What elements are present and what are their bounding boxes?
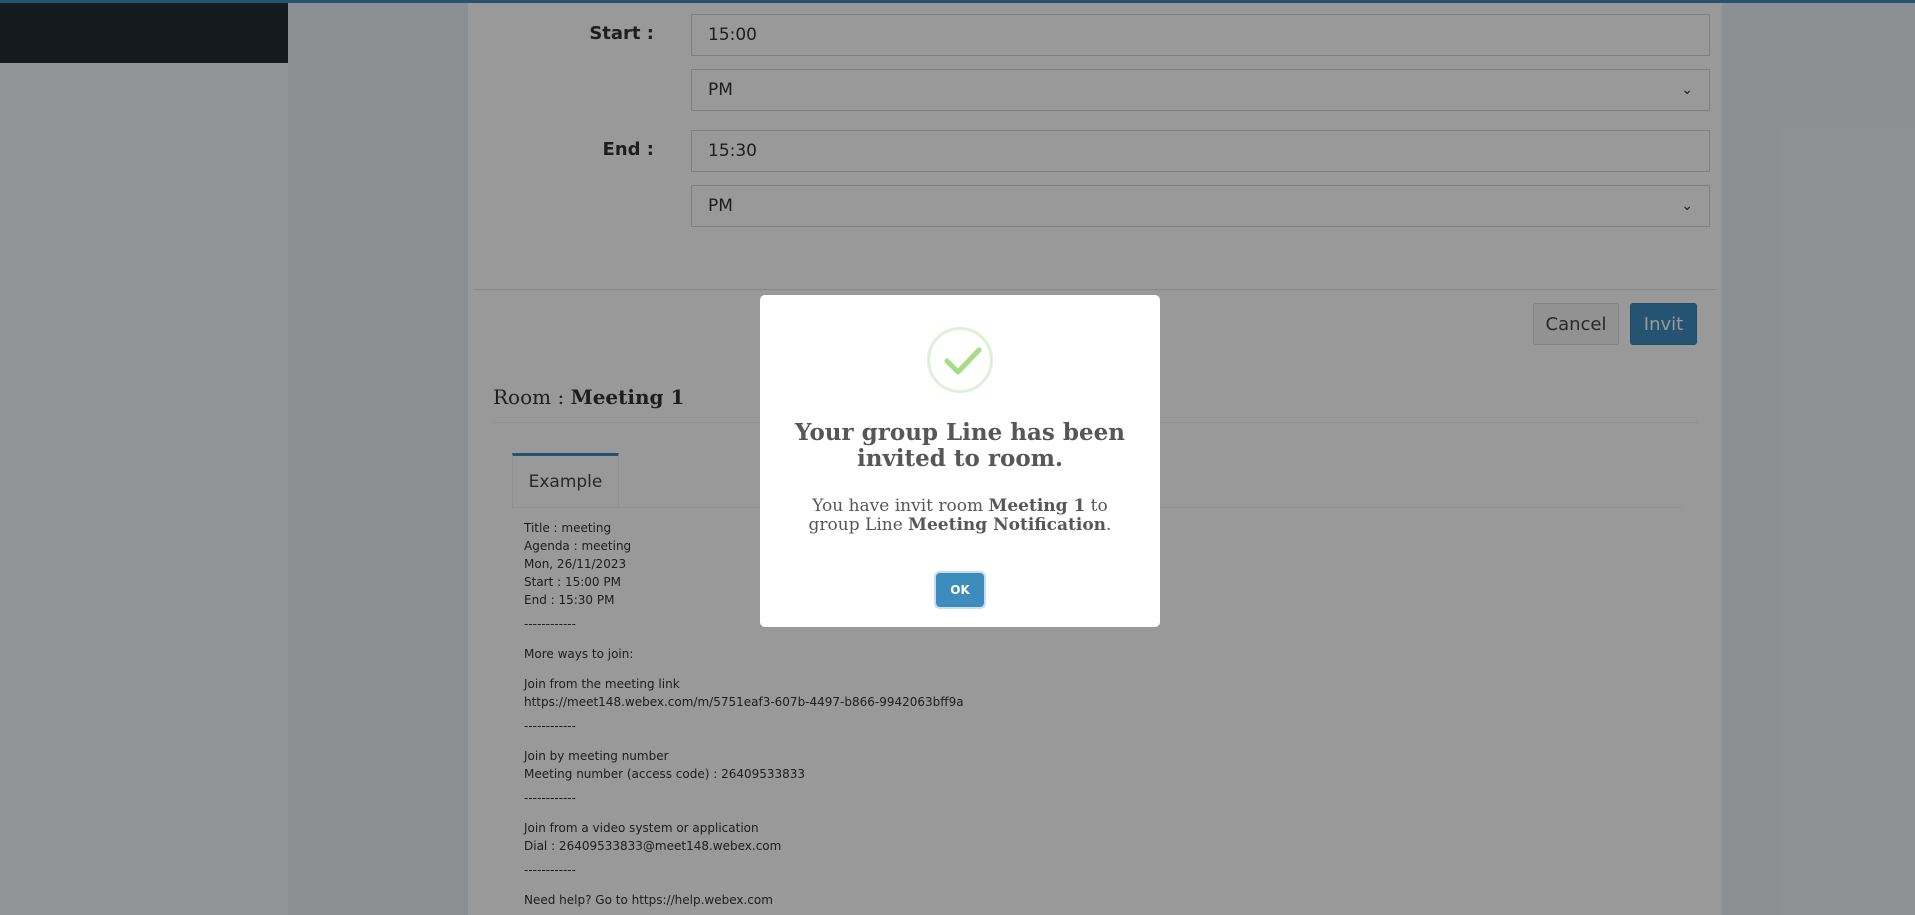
success-check-icon: [927, 327, 993, 393]
dialog-title: Your group Line has been invited to room…: [795, 419, 1125, 472]
dialog-message: You have invit room Meeting 1 to group L…: [790, 497, 1130, 535]
dialog-room-name: Meeting 1: [988, 496, 1086, 516]
dialog-text-part: .: [1106, 515, 1112, 535]
ok-button[interactable]: OK: [936, 573, 984, 607]
success-dialog: Your group Line has been invited to room…: [760, 295, 1160, 627]
dialog-text-part: You have invit room: [812, 496, 989, 516]
dialog-group-name: Meeting Notification: [908, 515, 1107, 535]
